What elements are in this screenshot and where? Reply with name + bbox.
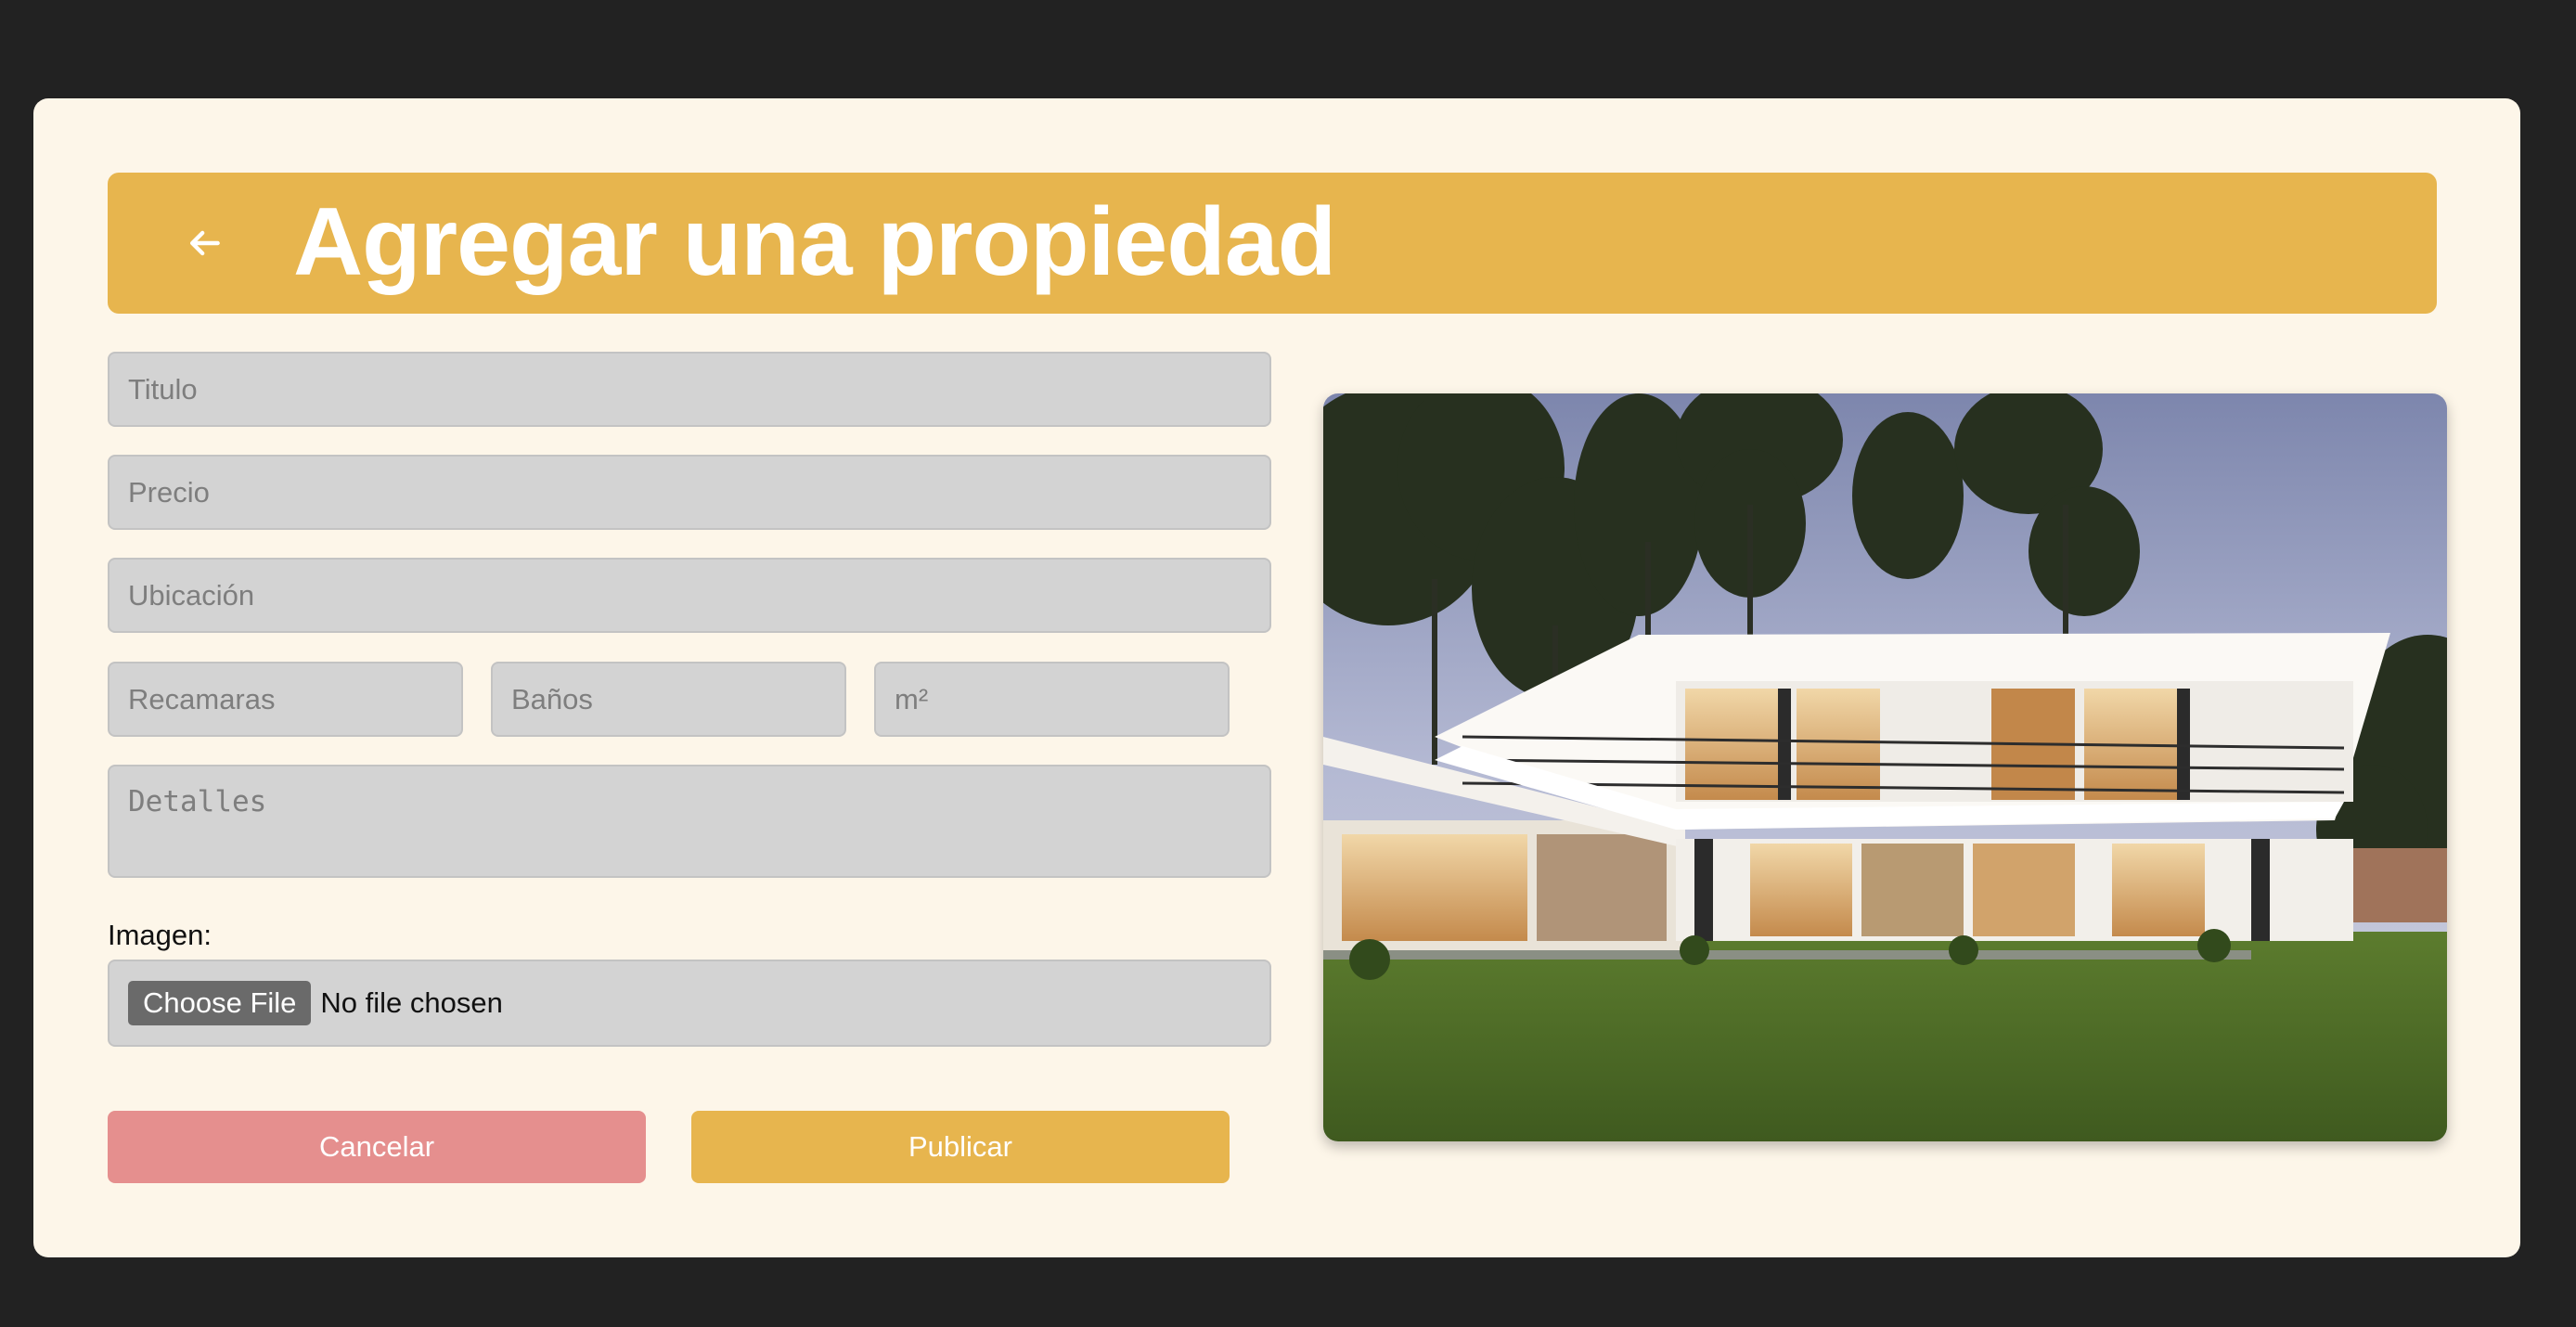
page-header: Agregar una propiedad bbox=[108, 173, 2437, 314]
cancel-button[interactable]: Cancelar bbox=[108, 1111, 646, 1183]
ubicacion-input[interactable] bbox=[108, 558, 1271, 633]
arrow-left-icon bbox=[189, 230, 220, 256]
recamaras-input[interactable] bbox=[108, 662, 463, 737]
imagen-label: Imagen: bbox=[108, 919, 213, 951]
banos-input[interactable] bbox=[491, 662, 846, 737]
property-image-preview bbox=[1323, 393, 2447, 1141]
file-input[interactable]: Choose File No file chosen bbox=[108, 960, 1271, 1047]
form-card: Agregar una propiedad Imagen: Choose Fil… bbox=[33, 98, 2520, 1257]
titulo-input[interactable] bbox=[108, 352, 1271, 427]
back-button[interactable] bbox=[167, 206, 241, 280]
precio-input[interactable] bbox=[108, 455, 1271, 530]
file-status-text: No file chosen bbox=[320, 986, 503, 1019]
choose-file-button[interactable]: Choose File bbox=[128, 981, 312, 1025]
publish-button[interactable]: Publicar bbox=[691, 1111, 1230, 1183]
page-title: Agregar una propiedad bbox=[293, 188, 1336, 296]
m2-input[interactable] bbox=[874, 662, 1230, 737]
detalles-textarea[interactable] bbox=[108, 765, 1271, 878]
